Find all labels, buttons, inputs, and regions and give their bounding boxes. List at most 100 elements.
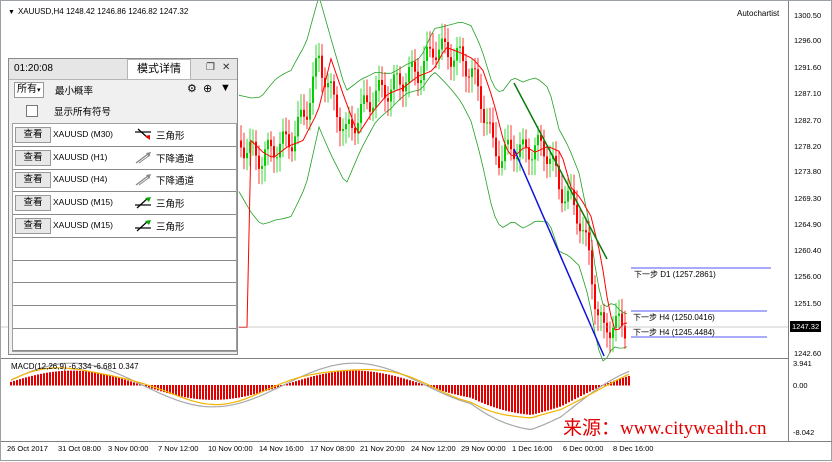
candle-body (423, 60, 425, 81)
candle-body (393, 74, 395, 90)
pattern-list: 查看 XAUUSD (M30) 三角形 查看 XAUUSD (H1) 下降通道 查看 XAUU… (12, 123, 237, 352)
moving-average-line (239, 46, 628, 331)
dropdown-arrow-icon[interactable]: ▼ (8, 9, 15, 16)
macd-histogram-bar (67, 370, 69, 386)
candle-body (429, 46, 431, 49)
macd-histogram-bar (454, 385, 456, 395)
macd-histogram-bar (358, 370, 360, 386)
pattern-row[interactable]: 查看 XAUUSD (M30) 三角形 (13, 124, 236, 147)
filter-icon[interactable]: ▼ (220, 82, 231, 94)
candle-body (309, 102, 311, 120)
bollinger-lower-line (238, 71, 628, 362)
price-axis[interactable]: 1300.50 1296.00 1291.60 1287.10 1282.70 1278.… (788, 3, 832, 358)
macd-histogram-bar (331, 372, 333, 386)
indicator-separator[interactable] (1, 358, 788, 359)
macd-histogram-bar (367, 371, 369, 386)
macd-histogram-bar (391, 375, 393, 386)
macd-histogram-bar (508, 385, 510, 412)
macd-tick-top: 3.941 (793, 359, 812, 368)
macd-histogram-bar (580, 385, 582, 397)
view-button[interactable]: 查看 (15, 217, 51, 234)
candle-body (273, 146, 275, 158)
close-icon[interactable]: ✕ (222, 62, 230, 73)
candle-body (624, 325, 626, 339)
pattern-row[interactable]: 查看 XAUUSD (H4) 下降通道 (13, 169, 236, 193)
macd-histogram-bar (370, 371, 372, 386)
time-tick: 6 Dec 00:00 (563, 444, 604, 453)
candle-body (501, 161, 503, 168)
macd-histogram-bar (394, 376, 396, 386)
macd-histogram-bar (553, 385, 555, 409)
candle-body (255, 141, 257, 156)
show-all-checkbox[interactable] (26, 105, 38, 117)
candle-body (615, 315, 617, 329)
macd-histogram-bar (514, 385, 516, 413)
empty-row (13, 328, 236, 352)
pattern-row[interactable]: 查看 XAUUSD (M15) 三角形 (13, 215, 236, 238)
macd-histogram-bar (400, 377, 402, 386)
macd-histogram-bar (196, 385, 198, 399)
macd-histogram-bar (136, 383, 138, 386)
candle-body (426, 46, 428, 61)
view-button[interactable]: 查看 (15, 127, 51, 143)
channel-icon (135, 174, 151, 186)
candle-body (468, 76, 470, 78)
macd-histogram-bar (466, 385, 468, 398)
gear-icon[interactable]: ⚙ (187, 82, 197, 95)
macd-histogram-bar (490, 385, 492, 407)
macd-histogram-bar (373, 371, 375, 386)
restore-icon[interactable]: ❐ (206, 62, 215, 73)
candle-body (414, 61, 416, 72)
pattern-name: 三角形 (156, 199, 185, 211)
scope-select[interactable]: 所有▾ (14, 82, 44, 98)
symbol-quote-label: XAUUSD,H4 1248.42 1246.86 1246.82 1247.3… (17, 7, 189, 16)
candle-body (285, 131, 287, 135)
globe-icon[interactable]: ⊕ (203, 82, 212, 95)
macd-histogram-bar (103, 374, 105, 386)
pattern-row[interactable]: 查看 XAUUSD (H1) 下降通道 (13, 147, 236, 170)
candle-body (486, 122, 488, 124)
macd-histogram-bar (214, 385, 216, 400)
macd-histogram-bar (10, 381, 12, 386)
time-axis[interactable]: 26 Oct 2017 31 Oct 08:00 3 Nov 00:00 7 Nov … (1, 441, 832, 462)
macd-histogram-bar (58, 371, 60, 386)
candle-body (378, 79, 380, 91)
view-button[interactable]: 查看 (15, 149, 51, 166)
macd-histogram-bar (505, 385, 507, 411)
candle-body (549, 158, 551, 165)
macd-histogram-bar (322, 373, 324, 386)
macd-histogram-bar (544, 385, 546, 412)
candle-body (594, 284, 596, 310)
pattern-symbol: XAUUSD (M30) (53, 129, 113, 139)
current-price-tag: 1247.32 (790, 321, 822, 332)
candle-body (444, 38, 446, 43)
candle-body (387, 98, 389, 102)
tab-pattern-details[interactable]: 模式详情 (127, 59, 191, 79)
macd-histogram-bar (244, 385, 246, 397)
macd-histogram-bar (220, 385, 222, 400)
view-button[interactable]: 查看 (15, 172, 51, 189)
price-tick: 1282.70 (794, 116, 822, 125)
macd-histogram-bar (208, 385, 210, 400)
candle-body (420, 80, 422, 84)
candle-body (603, 312, 605, 323)
candle-body (522, 139, 524, 145)
level-label-h4-a: 下一步 H4 (1250.0416) (633, 313, 715, 322)
candle-body (597, 309, 599, 316)
trendline-upper (513, 82, 608, 260)
time-tick: 21 Nov 20:00 (360, 444, 405, 453)
macd-histogram-bar (97, 372, 99, 386)
pattern-row[interactable]: 查看 XAUUSD (M15) 三角形 (13, 192, 236, 216)
macd-histogram-bar (451, 385, 453, 394)
candle-body (561, 189, 563, 204)
view-button[interactable]: 查看 (15, 195, 51, 212)
candle-body (492, 122, 494, 138)
macd-histogram-bar (418, 383, 420, 386)
time-tick: 3 Nov 00:00 (108, 444, 149, 453)
candle-body (369, 102, 371, 112)
pattern-name: 下降通道 (156, 176, 195, 188)
empty-row (13, 283, 236, 306)
filter-row: 所有▾ 最小概率 ⚙ ⊕ ▼ (9, 80, 237, 100)
macd-histogram-bar (487, 385, 489, 406)
macd-histogram-bar (121, 378, 123, 386)
